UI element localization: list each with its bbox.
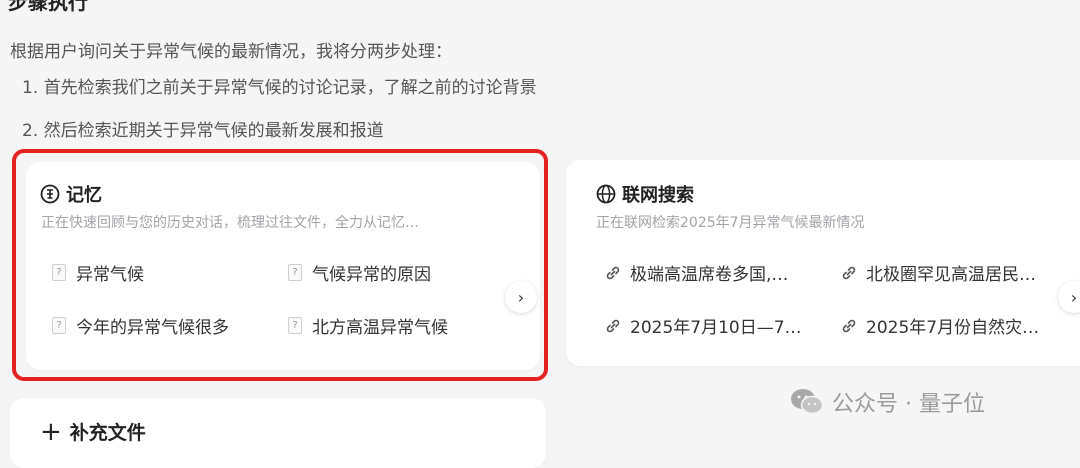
- memory-item[interactable]: ? 北方高温异常气候: [288, 313, 448, 338]
- plus-icon: +: [40, 416, 62, 447]
- web-link-label: 极端高温席卷多国,…: [630, 265, 789, 285]
- add-files-label: 补充文件: [69, 422, 146, 444]
- web-search-title-label: 联网搜索: [622, 185, 694, 206]
- web-link-label: 2025年7月份自然灾…: [866, 318, 1040, 338]
- watermark: 公众号 · 量子位: [790, 386, 985, 418]
- web-link-label: 北极圈罕见高温居民…: [866, 265, 1036, 285]
- step-2-text: 2. 然后检索近期关于异常气候的最新发展和报道: [22, 121, 384, 141]
- web-link-item[interactable]: 北极圈罕见高温居民…: [840, 260, 1036, 285]
- web-link-item[interactable]: 2025年7月10日—7…: [604, 313, 802, 338]
- wechat-icon: [790, 388, 824, 416]
- memory-item-label: 异常气候: [76, 265, 144, 285]
- intro-text: 根据用户询问关于异常气候的最新情况，我将分两步处理：: [10, 42, 452, 62]
- document-icon: ?: [52, 264, 66, 281]
- add-files-button[interactable]: + 补充文件: [40, 418, 146, 445]
- step-1-text: 1. 首先检索我们之前关于异常气候的讨论记录，了解之前的讨论背景: [22, 78, 537, 98]
- chevron-right-icon: ›: [517, 287, 525, 307]
- memory-icon: [40, 184, 60, 204]
- globe-icon: [596, 184, 616, 204]
- memory-item[interactable]: ? 气候异常的原因: [288, 260, 431, 285]
- document-icon: ?: [288, 264, 302, 281]
- document-icon: ?: [288, 317, 302, 334]
- section-heading: 步骤执行: [8, 0, 88, 14]
- memory-item-label: 北方高温异常气候: [312, 318, 448, 338]
- link-icon: [840, 317, 858, 335]
- memory-card-title: 记忆: [40, 181, 102, 207]
- memory-next-button[interactable]: ›: [505, 281, 537, 313]
- memory-item[interactable]: ? 异常气候: [52, 260, 144, 285]
- web-search-card-title: 联网搜索: [596, 181, 694, 207]
- watermark-text: 公众号 · 量子位: [832, 392, 985, 417]
- link-icon: [604, 264, 622, 282]
- memory-title-label: 记忆: [66, 185, 102, 206]
- memory-item-label: 今年的异常气候很多: [76, 318, 229, 338]
- web-link-label: 2025年7月10日—7…: [630, 318, 802, 338]
- memory-item-label: 气候异常的原因: [312, 265, 431, 285]
- document-icon: ?: [52, 317, 66, 334]
- web-link-item[interactable]: 极端高温席卷多国,…: [604, 260, 788, 285]
- chevron-right-icon: ›: [1070, 287, 1078, 307]
- web-search-card-subtitle: 正在联网检索2025年7月异常气候最新情况: [596, 215, 865, 231]
- web-link-item[interactable]: 2025年7月份自然灾…: [840, 313, 1039, 338]
- link-icon: [604, 317, 622, 335]
- memory-item[interactable]: ? 今年的异常气候很多: [52, 313, 229, 338]
- memory-card-subtitle: 正在快速回顾与您的历史对话，梳理过往文件，全力从记忆…: [41, 215, 419, 231]
- link-icon: [840, 264, 858, 282]
